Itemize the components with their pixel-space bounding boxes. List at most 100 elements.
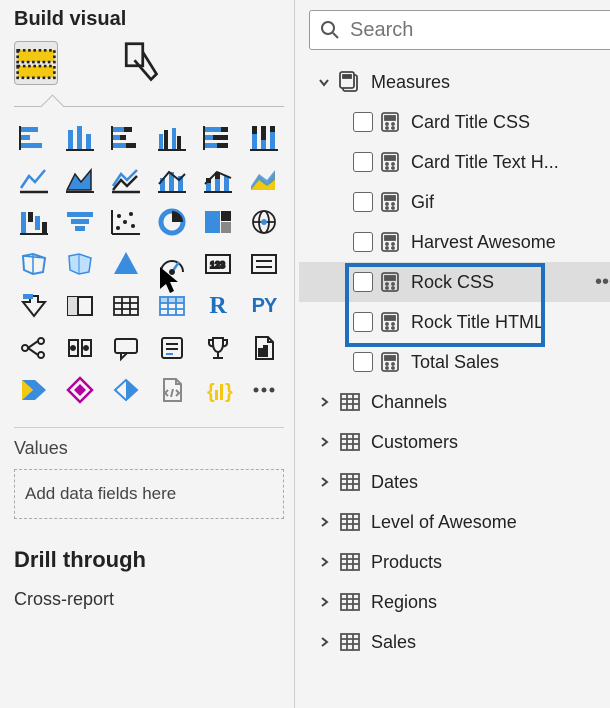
panel-tabs — [14, 37, 284, 95]
tree-table[interactable]: Customers — [299, 422, 610, 462]
checkbox[interactable] — [353, 272, 373, 292]
viz-decomposition-tree[interactable] — [14, 331, 54, 365]
tree-table[interactable]: Products — [299, 542, 610, 582]
checkbox[interactable] — [353, 112, 373, 132]
viz-100-stacked-column[interactable] — [244, 121, 284, 155]
divider — [14, 427, 284, 428]
more-options[interactable]: ••• — [595, 271, 610, 294]
measures-group-icon — [339, 71, 361, 93]
checkbox[interactable] — [353, 152, 373, 172]
viz-ribbon[interactable] — [244, 163, 284, 197]
viz-line-clustered-column[interactable] — [152, 163, 192, 197]
tree-table[interactable]: Sales — [299, 622, 610, 662]
viz-custom-visual[interactable] — [106, 373, 146, 407]
chevron-right-icon — [315, 475, 333, 489]
calculator-icon — [379, 351, 401, 373]
tree-table[interactable]: Channels — [299, 382, 610, 422]
build-tab[interactable] — [14, 41, 58, 85]
field-label: Harvest Awesome — [411, 232, 556, 253]
visual-grid-icon — [15, 45, 57, 82]
chevron-right-icon — [315, 515, 333, 529]
viz-line[interactable] — [14, 163, 54, 197]
viz-filled-map[interactable] — [14, 247, 54, 281]
viz-treemap[interactable] — [198, 205, 238, 239]
viz-scatter[interactable] — [106, 205, 146, 239]
tree-field[interactable]: Total Sales — [299, 342, 610, 382]
calculator-icon — [379, 191, 401, 213]
viz-multi-row-card[interactable] — [244, 247, 284, 281]
field-label: Total Sales — [411, 352, 499, 373]
viz-html-content[interactable] — [152, 373, 192, 407]
checkbox[interactable] — [353, 192, 373, 212]
viz-python-script[interactable]: P​Y — [244, 289, 284, 323]
format-tab[interactable] — [118, 41, 162, 85]
viz-waterfall[interactable] — [14, 205, 54, 239]
viz-deneb[interactable]: {} — [198, 373, 238, 407]
tree-field[interactable]: Rock Title HTML — [299, 302, 610, 342]
calculator-icon — [379, 231, 401, 253]
viz-r-script[interactable]: R — [198, 289, 238, 323]
viz-map-globe[interactable] — [244, 205, 284, 239]
tab-indicator — [14, 95, 284, 107]
viz-arcgis-map[interactable] — [106, 247, 146, 281]
viz-matrix[interactable] — [152, 289, 192, 323]
viz-key-influencers[interactable] — [60, 331, 100, 365]
viz-line-stacked-column[interactable] — [198, 163, 238, 197]
viz-shape-map[interactable] — [60, 247, 100, 281]
viz-area[interactable] — [60, 163, 100, 197]
viz-power-apps[interactable] — [60, 373, 100, 407]
viz-goals[interactable] — [198, 331, 238, 365]
tree-table[interactable]: Level of Awesome — [299, 502, 610, 542]
field-label: Card Title CSS — [411, 112, 530, 133]
table-icon — [339, 631, 361, 653]
drill-through-title: Drill through — [14, 547, 284, 573]
viz-stacked-bar[interactable] — [14, 121, 54, 155]
checkbox[interactable] — [353, 352, 373, 372]
table-icon — [339, 431, 361, 453]
svg-text:123: 123 — [210, 260, 225, 270]
viz-get-more[interactable] — [244, 373, 284, 407]
checkbox[interactable] — [353, 312, 373, 332]
svg-text:{: { — [207, 381, 215, 403]
tree-measures[interactable]: Measures — [299, 62, 610, 102]
viz-clustered-column[interactable] — [152, 121, 192, 155]
table-label: Dates — [371, 472, 418, 493]
tree-field[interactable]: Harvest Awesome — [299, 222, 610, 262]
svg-text:}: } — [225, 381, 233, 403]
viz-table[interactable] — [106, 289, 146, 323]
tree-field[interactable]: Rock CSS ••• — [299, 262, 610, 302]
tree-table[interactable]: Dates — [299, 462, 610, 502]
viz-stacked-column[interactable] — [106, 121, 146, 155]
table-label: Regions — [371, 592, 437, 613]
values-dropzone[interactable]: Add data fields here — [14, 469, 284, 519]
viz-funnel[interactable] — [60, 205, 100, 239]
viz-card[interactable]: 123 — [198, 247, 238, 281]
field-label: Rock CSS — [411, 272, 494, 293]
viz-paginated-report[interactable] — [244, 331, 284, 365]
tree-field[interactable]: Gif — [299, 182, 610, 222]
values-label: Values — [14, 438, 284, 459]
table-label: Channels — [371, 392, 447, 413]
viz-stacked-area[interactable] — [106, 163, 146, 197]
table-icon — [339, 551, 361, 573]
search-input[interactable] — [350, 19, 610, 42]
viz-100-stacked-bar[interactable] — [198, 121, 238, 155]
tree-table[interactable]: Regions — [299, 582, 610, 622]
tree-field[interactable]: Card Title Text H... — [299, 142, 610, 182]
checkbox[interactable] — [353, 232, 373, 252]
viz-clustered-bar[interactable] — [60, 121, 100, 155]
table-icon — [339, 471, 361, 493]
viz-gauge[interactable] — [152, 247, 192, 281]
viz-qa[interactable] — [106, 331, 146, 365]
tree-field[interactable]: Card Title CSS — [299, 102, 610, 142]
viz-pie[interactable] — [152, 205, 192, 239]
viz-slicer[interactable] — [60, 289, 100, 323]
table-label: Products — [371, 552, 442, 573]
cross-report-label: Cross-report — [14, 589, 284, 610]
calculator-icon — [379, 271, 401, 293]
search-box[interactable] — [309, 10, 610, 50]
viz-kpi[interactable] — [14, 289, 54, 323]
viz-power-automate[interactable] — [14, 373, 54, 407]
viz-smart-narrative[interactable] — [152, 331, 192, 365]
chevron-right-icon — [315, 395, 333, 409]
